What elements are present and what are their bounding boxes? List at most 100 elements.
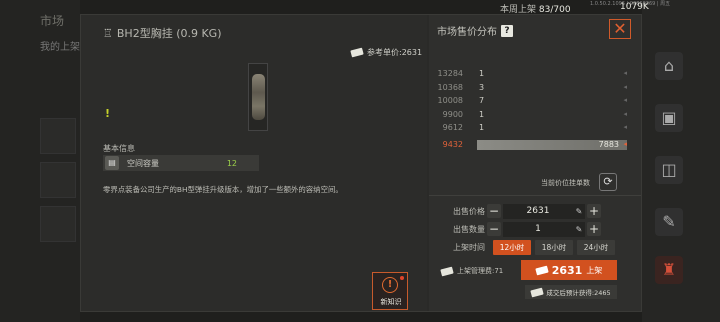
tools-icon[interactable]: ✎ (655, 208, 683, 236)
shop-icon[interactable]: ▣ (655, 104, 683, 132)
price-distribution-title: 市场售价分布 (437, 27, 497, 38)
price-row: 出售价格 − 2631 ✎ + (429, 203, 641, 219)
home-icon[interactable]: ⌂ (655, 52, 683, 80)
item-detail-pane: ♖ BH2型胸挂 (0.9 KG) 参考单价:2631 ! 基本信息 ▤ 空间容… (81, 15, 427, 311)
listing-fee-text: 上架管理费:71 (457, 267, 504, 275)
coupon-icon (534, 265, 549, 275)
duration-24h-button[interactable]: 24小时 (577, 239, 615, 255)
distribution-bar: 7 ◂ (477, 96, 627, 106)
price-distribution-row: 9900 1 ◂ (429, 108, 641, 122)
price-distribution-row: 9612 1 ◂ (429, 121, 641, 135)
pencil-icon: ✎ (575, 224, 583, 234)
estimated-earnings-text: 成交后预计获得:2465 (546, 289, 611, 297)
market-pane: 市场售价分布 ? ✕ 13284 1 ◂ 10368 3 ◂ 10008 7 ◂ 9900 1 ◂ 96… (429, 15, 641, 311)
price-distribution-row: 10008 7 ◂ (429, 94, 641, 108)
price-value: 2631 (526, 206, 550, 216)
distribution-price: 10368 (437, 82, 463, 92)
quantity-label: 出售数量 (453, 224, 485, 234)
price-input[interactable]: 2631 ✎ (503, 203, 585, 219)
duration-row: 上架时间 12小时 18小时 24小时 (429, 239, 641, 255)
price-distribution-list: 13284 1 ◂ 10368 3 ◂ 10008 7 ◂ 9900 1 ◂ 9612 1 ◂ 9432 788… (429, 67, 641, 151)
reference-price-text: 参考单价:2631 (367, 48, 423, 57)
background-title: 市场 (40, 14, 65, 28)
distribution-bar: 1 ◂ (477, 69, 627, 79)
price-distribution-heading: 市场售价分布 ? (437, 23, 513, 38)
vest-icon[interactable]: ♜ (655, 256, 683, 284)
price-minus-button[interactable]: − (487, 204, 501, 218)
notification-dot (400, 276, 404, 280)
price-distribution-row: 13284 1 ◂ (429, 67, 641, 81)
arrow-left-icon: ◂ (623, 96, 627, 104)
background-slot (40, 118, 76, 154)
distribution-bar: 1 ◂ (477, 110, 627, 120)
price-distribution-row: 9432 7883 ◂ (429, 138, 641, 152)
reference-price: 参考单价:2631 (350, 47, 423, 58)
exclamation-icon: ! (382, 277, 398, 293)
help-icon[interactable]: ? (501, 24, 513, 37)
background-slot (40, 162, 76, 198)
background-my-listings: 我的上架 (40, 42, 80, 53)
arrow-left-icon: ◂ (623, 123, 627, 131)
money-display: 1079K (620, 2, 649, 12)
distribution-price: 13284 (437, 69, 463, 78)
backpack-icon: ▤ (105, 156, 119, 170)
arrow-left-icon: ◂ (623, 139, 627, 148)
duration-label: 上架时间 (453, 242, 485, 252)
distribution-count: 1 (479, 123, 485, 132)
distribution-count: 1 (479, 109, 485, 119)
bag-icon[interactable]: ◫ (655, 156, 683, 184)
arrow-left-icon: ◂ (623, 109, 627, 118)
current-price-orders-label: 当前价位挂单数 (541, 179, 590, 187)
weight-icon: ♖ (103, 26, 113, 40)
stat-value: 12 (226, 158, 237, 168)
stat-row-capacity: ▤ 空间容量 12 (103, 155, 259, 171)
estimated-earnings: 成交后预计获得:2465 (525, 285, 617, 299)
stat-name: 空间容量 (127, 158, 159, 168)
chest-rig-image (252, 74, 265, 120)
new-knowledge-button[interactable]: ! 新知识 (372, 272, 408, 310)
distribution-bar: 3 ◂ (477, 83, 627, 93)
quantity-input[interactable]: 1 ✎ (503, 221, 585, 237)
game-screen: { "background": { "title": "市场", "sub_la… (0, 0, 720, 322)
pencil-icon: ✎ (575, 206, 583, 216)
distribution-price: 10008 (437, 96, 463, 105)
list-price: 2631 (551, 263, 583, 277)
coupon-icon (350, 47, 364, 58)
alert-icon: ! (105, 107, 111, 120)
quantity-row: 出售数量 − 1 ✎ + (429, 221, 641, 237)
close-button[interactable]: ✕ (609, 19, 631, 39)
item-image-frame (248, 63, 268, 131)
background-slot (40, 206, 76, 242)
price-plus-button[interactable]: + (587, 204, 601, 218)
list-item-button[interactable]: 2631 上架 (521, 260, 617, 280)
distribution-bar: 7883 ◂ (477, 139, 627, 150)
listing-fee: 上架管理费:71 (440, 266, 504, 276)
distribution-price: 9432 (442, 139, 463, 149)
distribution-bar: 1 ◂ (477, 123, 627, 133)
price-distribution-row: 10368 3 ◂ (429, 81, 641, 95)
duration-12h-button[interactable]: 12小时 (493, 239, 531, 255)
divider (429, 195, 641, 196)
distribution-count: 3 (479, 82, 485, 92)
quantity-minus-button[interactable]: − (487, 222, 501, 236)
arrow-left-icon: ◂ (623, 82, 627, 91)
duration-18h-button[interactable]: 18小时 (535, 239, 573, 255)
price-label: 出售价格 (453, 206, 485, 216)
item-name: BH2型胸挂 (0.9 KG) (116, 27, 222, 40)
basic-info-heading: 基本信息 (103, 144, 135, 153)
distribution-count: 7 (479, 96, 485, 105)
item-description: 零界点装备公司生产的BH型弹挂升级版本，增加了一些额外的容纳空间。 (103, 185, 343, 194)
quantity-value: 1 (535, 224, 541, 234)
coupon-icon (530, 287, 545, 297)
distribution-price: 9900 (442, 109, 463, 119)
distribution-count: 1 (479, 69, 485, 78)
coupon-icon (440, 266, 454, 276)
item-title: ♖ BH2型胸挂 (0.9 KG) (103, 25, 222, 41)
new-knowledge-label: 新知识 (380, 298, 402, 306)
distribution-count: 7883 (598, 139, 619, 149)
sell-item-dialog: ♖ BH2型胸挂 (0.9 KG) 参考单价:2631 ! 基本信息 ▤ 空间容… (80, 14, 642, 312)
quantity-plus-button[interactable]: + (587, 222, 601, 236)
refresh-icon[interactable]: ⟳ (599, 173, 617, 191)
list-label: 上架 (586, 265, 603, 275)
distribution-price: 9612 (442, 123, 463, 132)
